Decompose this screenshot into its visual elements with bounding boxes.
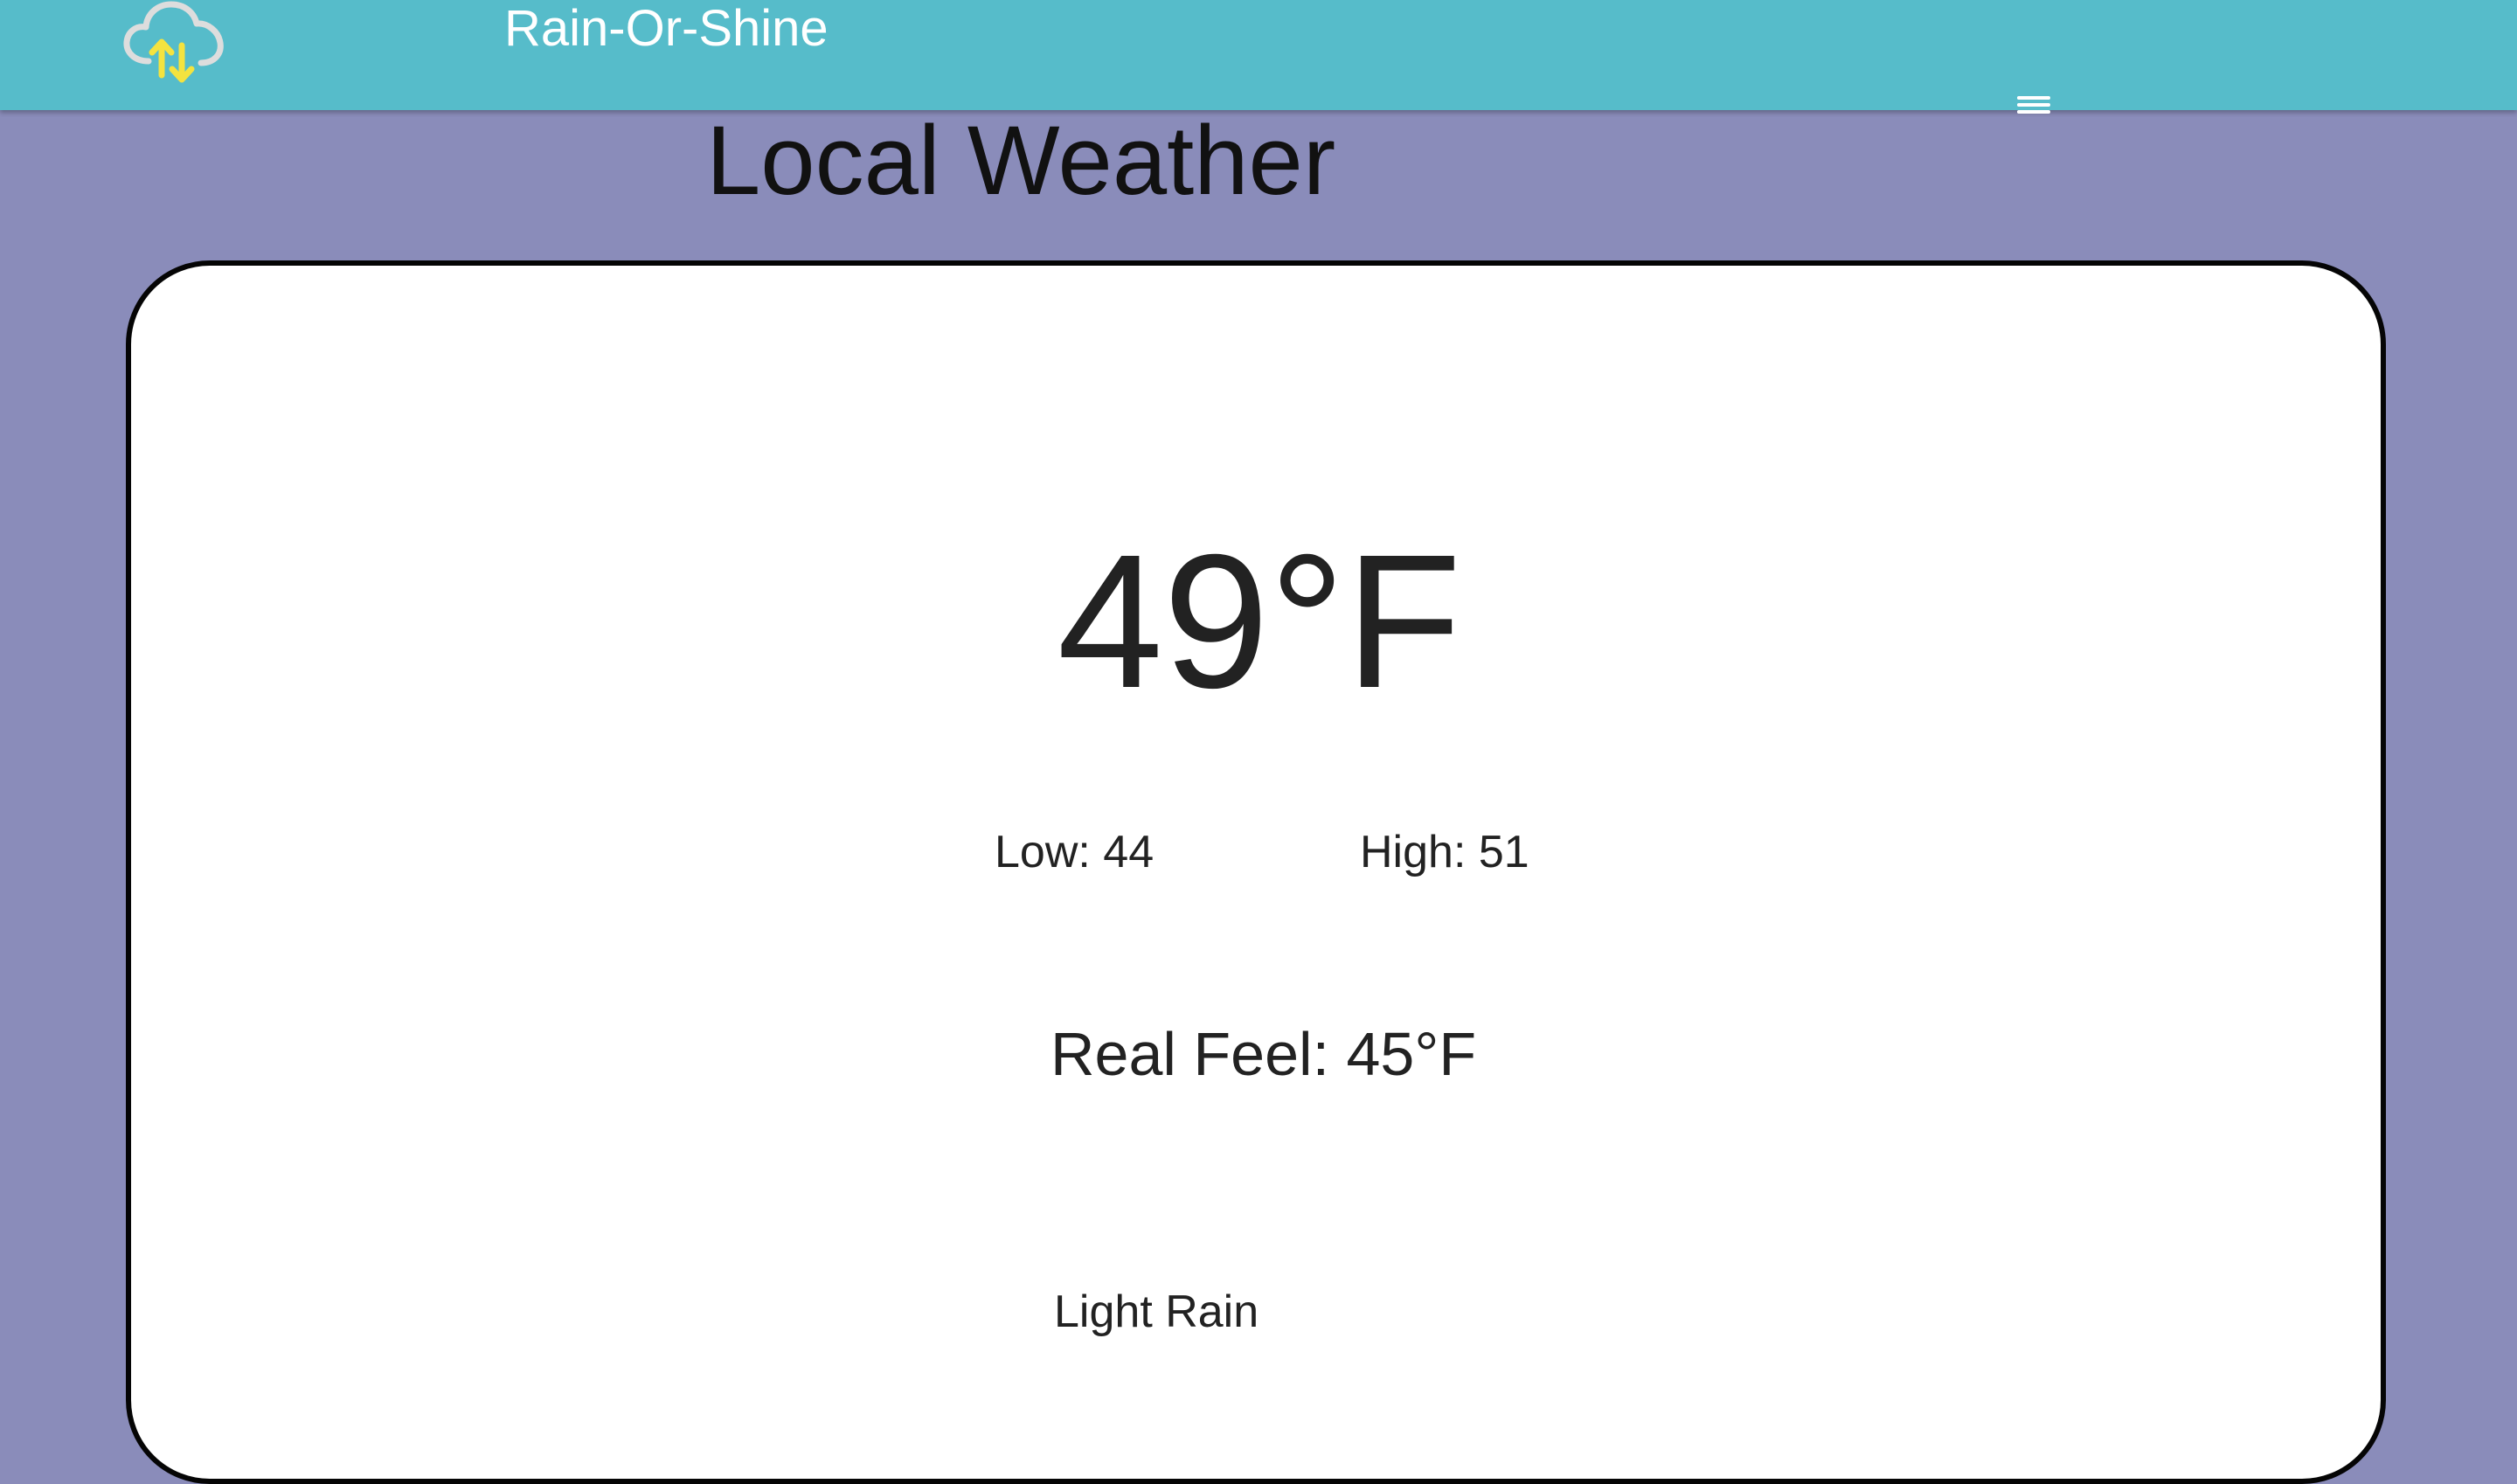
weather-condition: Light Rain xyxy=(1054,1286,1259,1337)
real-feel-temperature: Real Feel: 45°F xyxy=(1050,1020,1477,1088)
menu-line xyxy=(2017,96,2050,100)
logo[interactable] xyxy=(122,0,227,89)
menu-line xyxy=(2017,103,2050,107)
low-temperature: Low: 44 xyxy=(995,827,1154,877)
top-navbar: Rain-Or-Shine xyxy=(0,0,2517,114)
current-temperature: 49°F xyxy=(1057,516,1462,728)
page-title: Local Weather xyxy=(706,106,1336,215)
high-temperature: High: 51 xyxy=(1360,827,1529,877)
brand-name[interactable]: Rain-Or-Shine xyxy=(504,0,829,58)
hamburger-menu-icon[interactable] xyxy=(2010,87,2057,122)
menu-line xyxy=(2017,110,2050,114)
cloud-upload-download-icon xyxy=(123,1,224,83)
